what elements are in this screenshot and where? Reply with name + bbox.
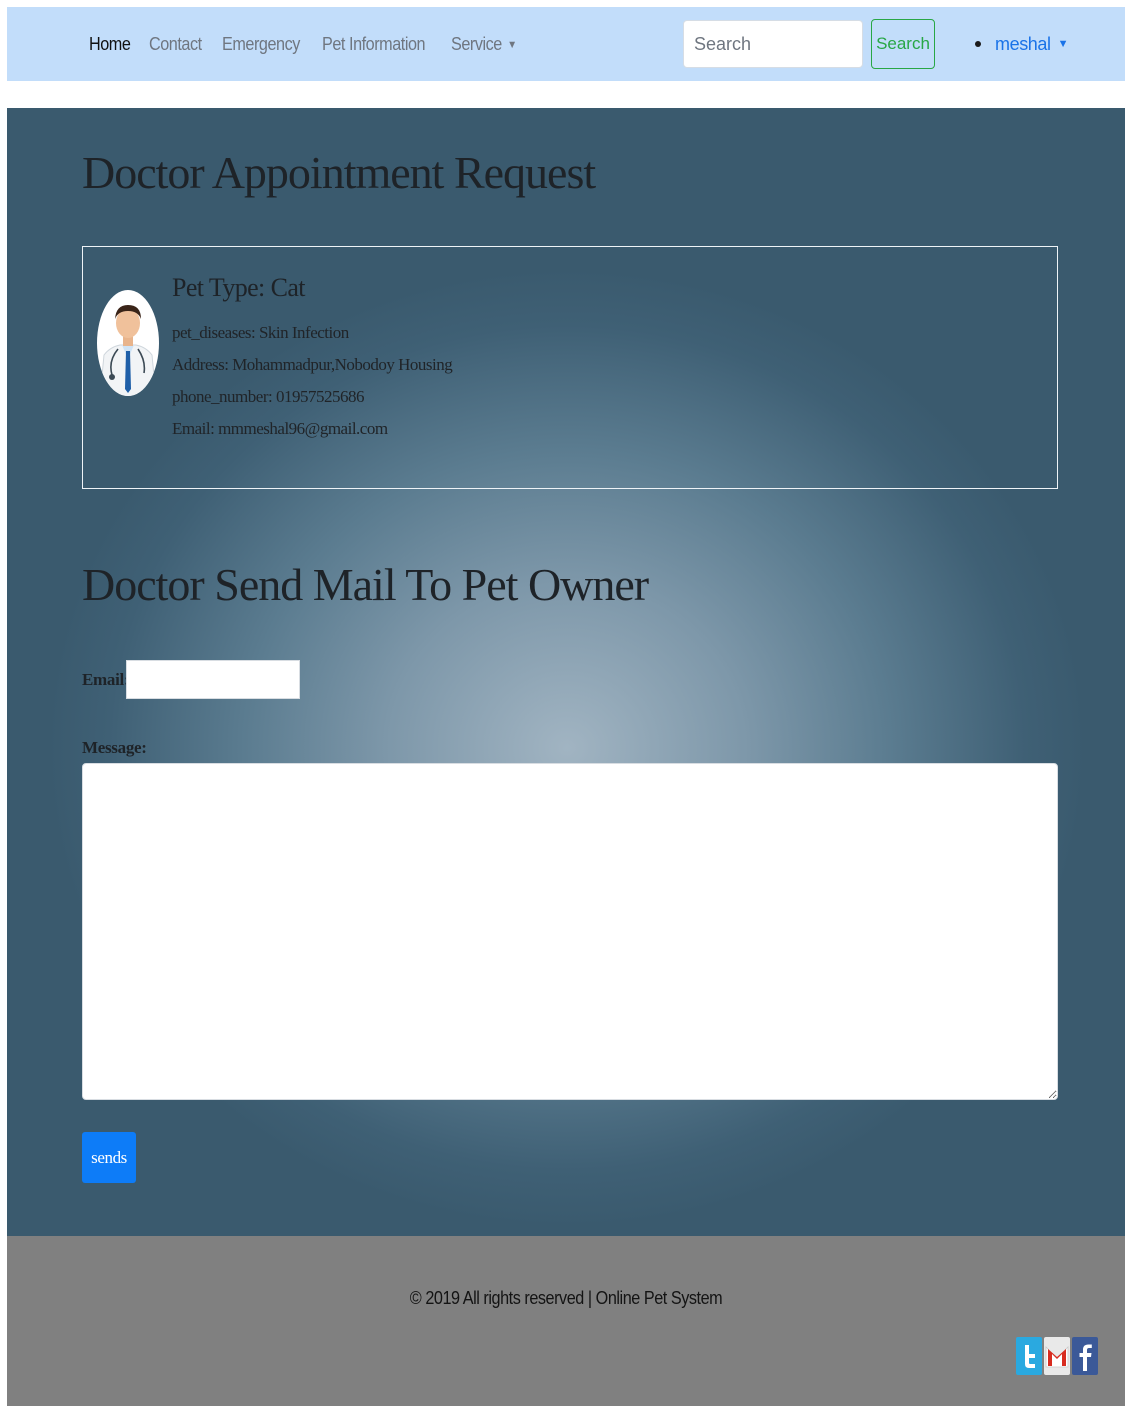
nav-link-home[interactable]: Home xyxy=(89,34,131,55)
footer: © 2019 All rights reserved | Online Pet … xyxy=(7,1236,1125,1406)
twitter-icon[interactable] xyxy=(1016,1337,1042,1375)
user-menu[interactable]: meshal ▼ xyxy=(975,7,1069,81)
mail-form-title: Doctor Send Mail To Pet Owner xyxy=(82,559,649,610)
bullet-icon xyxy=(975,41,981,47)
user-name[interactable]: meshal xyxy=(995,34,1051,55)
owner-address: Address: Mohammadpur,Nobodoy Housing xyxy=(172,355,453,374)
main-content: Doctor Appointment Request Pet Type: Cat… xyxy=(7,108,1125,1236)
nav-link-service[interactable]: Service ▼ xyxy=(451,34,517,55)
nav-link-contact[interactable]: Contact xyxy=(149,34,202,55)
caret-down-icon: ▼ xyxy=(506,38,517,51)
nav-link-service-label: Service xyxy=(450,33,502,54)
pet-type: Pet Type: Cat xyxy=(172,273,305,302)
caret-down-icon[interactable]: ▼ xyxy=(1058,38,1069,50)
doctor-avatar-icon xyxy=(97,290,159,396)
message-field[interactable] xyxy=(82,763,1058,1100)
pet-diseases: pet_diseases: Skin Infection xyxy=(172,323,349,342)
email-field[interactable] xyxy=(126,660,300,699)
search-input[interactable] xyxy=(683,20,863,68)
navbar: Home Contact Emergency Pet Information S… xyxy=(7,7,1125,81)
social-links xyxy=(1016,1337,1100,1375)
message-label: Message: xyxy=(82,738,147,757)
search-button[interactable]: Search xyxy=(871,19,935,69)
appointment-title: Doctor Appointment Request xyxy=(82,147,596,198)
nav-link-emergency[interactable]: Emergency xyxy=(222,34,300,55)
gmail-icon[interactable] xyxy=(1044,1337,1070,1375)
nav-link-pet-information[interactable]: Pet Information xyxy=(322,34,426,55)
facebook-icon[interactable] xyxy=(1072,1337,1098,1375)
send-button[interactable]: sends xyxy=(82,1132,136,1183)
owner-email: Email: mmmeshal96@gmail.com xyxy=(172,419,388,438)
nav-links: Home Contact Emergency Pet Information S… xyxy=(89,7,538,81)
owner-phone: phone_number: 01957525686 xyxy=(172,387,364,406)
email-label: Email: xyxy=(82,670,130,689)
appointment-card: Pet Type: Cat pet_diseases: Skin Infecti… xyxy=(82,246,1058,489)
copyright-text: © 2019 All rights reserved | Online Pet … xyxy=(409,1288,723,1308)
